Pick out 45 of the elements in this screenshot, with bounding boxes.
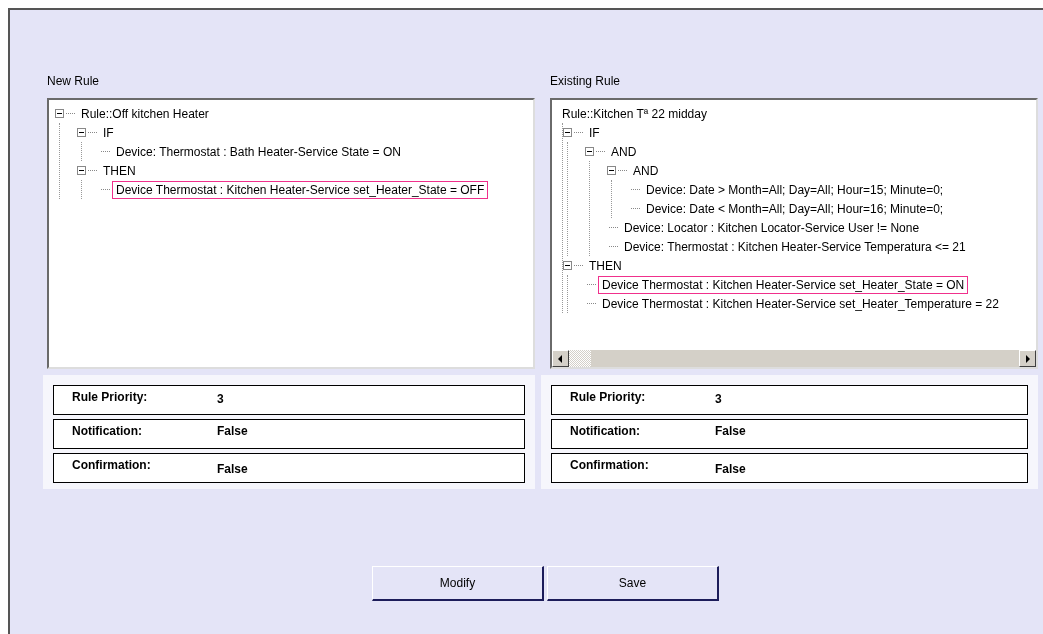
tree-node[interactable]: Device Thermostat : Kitchen Heater-Service set_Heater_Temperature = 22: [598, 294, 1003, 313]
property-label: Rule Priority:: [570, 390, 647, 406]
collapse-icon[interactable]: [585, 147, 594, 156]
scroll-right-icon[interactable]: [1019, 350, 1036, 367]
tree-node[interactable]: THEN: [99, 161, 140, 180]
panel-title: Existing Rule: [550, 74, 622, 90]
tree-node[interactable]: Rule::Kitchen Tª 22 midday: [558, 104, 711, 123]
property-value: False: [715, 424, 747, 440]
property-label: Notification:: [72, 424, 143, 440]
action-button[interactable]: Modify: [372, 566, 544, 601]
action-button[interactable]: Save: [547, 566, 719, 601]
property-value: False: [217, 461, 249, 478]
tree-node[interactable]: IF: [585, 123, 604, 142]
property-value: False: [715, 461, 747, 478]
tree-node[interactable]: IF: [99, 123, 118, 142]
collapse-icon[interactable]: [563, 128, 572, 137]
property-label: Confirmation:: [72, 458, 152, 474]
rule-tree[interactable]: [550, 98, 1038, 369]
collapse-icon[interactable]: [563, 261, 572, 270]
property-label: Confirmation:: [570, 458, 650, 474]
property-value: False: [217, 424, 249, 440]
collapse-icon[interactable]: [77, 166, 86, 175]
tree-node[interactable]: Rule::Off kitchen Heater: [77, 104, 213, 123]
property-value: 3: [715, 391, 723, 408]
collapse-icon[interactable]: [55, 109, 64, 118]
tree-node[interactable]: Device Thermostat : Kitchen Heater-Service set_Heater_State = ON: [598, 275, 969, 294]
tree-node[interactable]: Device: Thermostat : Kitchen Heater-Service Temperatura <= 21: [620, 237, 970, 256]
tree-node[interactable]: AND: [629, 161, 663, 180]
tree-node[interactable]: Device: Locator : Kitchen Locator-Service User != None: [620, 218, 924, 237]
tree-node[interactable]: THEN: [585, 256, 626, 275]
tree-node[interactable]: Device Thermostat : Kitchen Heater-Service set_Heater_State = OFF: [112, 180, 489, 199]
scroll-left-icon[interactable]: [552, 350, 569, 367]
panel-title: New Rule: [47, 74, 101, 90]
tree-node[interactable]: Device: Date < Month=All; Day=All; Hour=16; Minute=0;: [642, 199, 948, 218]
property-label: Notification:: [570, 424, 641, 440]
scroll-thumb[interactable]: [569, 350, 591, 367]
property-value: 3: [217, 391, 225, 408]
tree-node[interactable]: Device: Date > Month=All; Day=All; Hour=15; Minute=0;: [642, 180, 948, 199]
tree-node[interactable]: AND: [607, 142, 641, 161]
collapse-icon[interactable]: [77, 128, 86, 137]
property-label: Rule Priority:: [72, 390, 149, 406]
collapse-icon[interactable]: [607, 166, 616, 175]
horizontal-scrollbar[interactable]: [552, 350, 1036, 367]
tree-node[interactable]: Device: Thermostat : Bath Heater-Service State = ON: [112, 142, 405, 161]
rule-tree[interactable]: Rule::Off kitchen Heater IF Device: Thermostat : Bath Heater-Service State = ON THEN Device Thermostat : Kitchen Heater-Service set_Heater_State = OFF: [47, 98, 535, 369]
